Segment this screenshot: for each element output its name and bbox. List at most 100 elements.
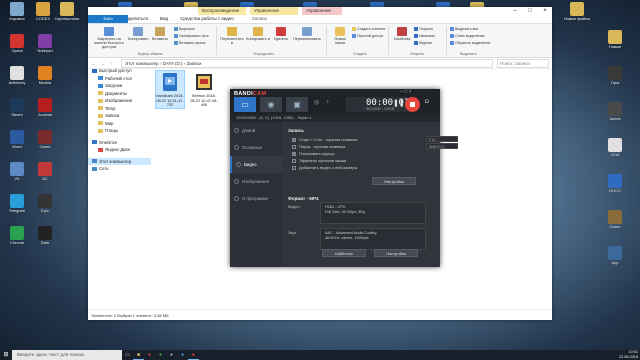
invert-selection-button[interactable]: Обратить выделение bbox=[450, 41, 491, 46]
bandicam-nav-item[interactable]: Домой bbox=[230, 122, 282, 139]
desktop-icon-left-9[interactable]: AC bbox=[30, 162, 60, 190]
history-button[interactable]: Журнал bbox=[414, 41, 432, 46]
device-mode-tab[interactable]: ▣ bbox=[286, 97, 308, 112]
start-button[interactable]: ⊞ bbox=[0, 350, 12, 360]
desktop-icon-left-4[interactable]: Steam bbox=[2, 98, 32, 126]
taskbar-search[interactable]: Введите здесь текст для поиска bbox=[12, 350, 122, 360]
select-all-button[interactable]: Выделить все bbox=[450, 27, 478, 32]
cut-button[interactable]: Вырезать bbox=[174, 27, 195, 32]
paste-shortcut-button[interactable]: Вставить ярлык bbox=[174, 41, 205, 46]
bandicam-nav-item[interactable]: Изображения bbox=[230, 173, 282, 190]
checkbox[interactable] bbox=[292, 151, 296, 156]
desktop-icon-left-13[interactable]: Dark bbox=[30, 226, 60, 254]
screen-mode-tab[interactable]: ▭ bbox=[234, 97, 256, 112]
nav-item[interactable]: Мир bbox=[88, 120, 151, 128]
desktop-icon-right-2[interactable]: Ashes bbox=[600, 102, 630, 130]
bandicam-taskbar-icon[interactable]: ● bbox=[188, 350, 199, 360]
hotkey-field[interactable]: F12 bbox=[426, 136, 458, 142]
tab-file[interactable]: Файл bbox=[88, 15, 128, 23]
open-button[interactable]: Открыть bbox=[414, 27, 433, 32]
desktop-icon-right-3[interactable]: 2018 bbox=[600, 138, 630, 166]
chrome-taskbar-icon[interactable]: ● bbox=[155, 350, 166, 360]
desktop-icon-right-0[interactable]: Новые bbox=[600, 30, 630, 58]
easy-access-button[interactable]: Простой доступ bbox=[352, 34, 383, 39]
desktop-icon-left-3[interactable]: Mozilla bbox=[30, 66, 60, 94]
desktop-icon-left-6[interactable]: Word bbox=[2, 130, 32, 158]
desktop-icon-top-10[interactable]: Новые файлы bbox=[562, 2, 592, 30]
file-item-bandicam[interactable]: bandicam 2018-08-22 10-51-41-722 bbox=[155, 70, 185, 109]
tab-video-tools[interactable]: Средства работы с видео bbox=[174, 15, 240, 23]
nav-item[interactable]: Записи bbox=[88, 112, 151, 120]
window-controls[interactable]: – □ × bbox=[400, 89, 412, 95]
task-view-icon[interactable]: ▭ bbox=[122, 350, 133, 360]
desktop-icon-left-10[interactable]: Telegram bbox=[2, 194, 32, 222]
record-settings-button[interactable]: Настройки bbox=[372, 177, 416, 185]
explorer-taskbar-icon[interactable]: ■ bbox=[133, 350, 144, 360]
webcam-icon[interactable]: ◎ bbox=[314, 99, 319, 106]
nav-item[interactable]: Яндекс.Диск bbox=[88, 146, 151, 154]
bandicam-nav-item[interactable]: О программе bbox=[230, 190, 282, 207]
tab-view[interactable]: Вид bbox=[154, 15, 174, 23]
select-none-button[interactable]: Снять выделение bbox=[450, 34, 485, 39]
desktop-icon-left-1[interactable]: Notepad bbox=[30, 34, 60, 62]
templates-button[interactable]: Шаблоны bbox=[322, 249, 366, 257]
pause-button[interactable]: ❚❚ bbox=[393, 99, 405, 107]
move-to-button[interactable]: Переместить в bbox=[220, 27, 244, 45]
paste-button[interactable]: Вставить bbox=[150, 27, 170, 41]
checkbox[interactable] bbox=[292, 137, 296, 142]
nav-item[interactable]: Сеть bbox=[88, 165, 151, 173]
desktop-icon-right-1[interactable]: Пуск bbox=[600, 66, 630, 94]
desktop-icon-left-2[interactable]: ArtMoney bbox=[2, 66, 32, 94]
nav-item[interactable]: Птицы bbox=[88, 127, 151, 135]
pin-button[interactable]: Закрепить на панели быстрого доступа bbox=[94, 27, 124, 49]
nav-item[interactable]: Этот компьютер bbox=[88, 157, 151, 165]
edit-button[interactable]: Изменить bbox=[414, 34, 435, 39]
new-folder-button[interactable]: Новая папка bbox=[330, 27, 350, 45]
rename-button[interactable]: Переименовать bbox=[292, 27, 322, 41]
desktop-icon-left-12[interactable]: Chrome bbox=[2, 226, 32, 254]
properties-button[interactable]: Свойства bbox=[392, 27, 412, 41]
context-tab-manage[interactable]: Управление bbox=[250, 7, 298, 15]
new-item-button[interactable]: Создать элемент bbox=[352, 27, 386, 32]
checkbox[interactable] bbox=[292, 165, 296, 170]
desktop-icon-top-2[interactable]: Скриншотики bbox=[52, 2, 82, 30]
file-item-beehon[interactable]: Beehon 2018-08-22 10-47-08-406 bbox=[190, 71, 218, 108]
hotkey-field[interactable]: Shift+F12 bbox=[426, 143, 458, 149]
telegram-taskbar-icon[interactable]: ● bbox=[177, 350, 188, 360]
checkbox[interactable] bbox=[292, 144, 296, 149]
nav-item[interactable]: Загрузки bbox=[88, 82, 151, 90]
desktop-icon-right-6[interactable]: App bbox=[600, 246, 630, 274]
game-mode-tab[interactable]: ◉ bbox=[260, 97, 282, 112]
minimize-button[interactable]: – bbox=[508, 7, 522, 15]
stop-record-button[interactable] bbox=[405, 97, 420, 112]
desktop-icon-right-5[interactable]: Game bbox=[600, 210, 630, 238]
desktop-icon-left-7[interactable]: Game bbox=[30, 130, 60, 158]
context-tab-playback[interactable]: Воспроизведение bbox=[198, 7, 246, 15]
close-button[interactable]: × bbox=[538, 7, 552, 15]
delete-button[interactable]: Удалить bbox=[272, 27, 290, 41]
camera-icon[interactable]: ◘ bbox=[425, 99, 429, 105]
nav-item[interactable]: Temp bbox=[88, 105, 151, 113]
checkbox[interactable] bbox=[292, 158, 296, 163]
capture-area-info[interactable]: 1920x1080 - (0, 0), (1919, 1080) - Экран… bbox=[230, 114, 440, 122]
nav-item[interactable]: Изображения bbox=[88, 97, 151, 105]
nav-item[interactable]: Рабочий стол bbox=[88, 75, 151, 83]
desktop-icon-left-11[interactable]: Epic bbox=[30, 194, 60, 222]
bandicam-nav-item[interactable]: Основные bbox=[230, 139, 282, 156]
desktop-icon-left-5[interactable]: Acrobat bbox=[30, 98, 60, 126]
nav-item[interactable]: Быстрый доступ bbox=[88, 67, 151, 75]
system-clock[interactable]: 10:51 22.08.2018 bbox=[619, 350, 638, 360]
copy-to-button[interactable]: Копировать в bbox=[246, 27, 270, 41]
context-tab-manage-2[interactable]: Управление bbox=[302, 7, 342, 15]
copy-path-button[interactable]: Скопировать путь bbox=[174, 34, 209, 39]
desktop-icon-left-0[interactable]: Opera bbox=[2, 34, 32, 62]
nav-item[interactable]: OneDrive bbox=[88, 139, 151, 147]
maximize-button[interactable]: □ bbox=[523, 7, 537, 15]
steam-taskbar-icon[interactable]: ● bbox=[166, 350, 177, 360]
desktop-icon-right-4[interactable]: DOCX bbox=[600, 174, 630, 202]
desktop-icon-left-8[interactable]: VK bbox=[2, 162, 32, 190]
format-settings-button[interactable]: Настройки bbox=[374, 249, 418, 257]
copy-button[interactable]: Копировать bbox=[128, 27, 148, 41]
microphone-icon[interactable]: ♪ bbox=[326, 99, 329, 105]
nav-arrows[interactable]: ← → ↑ bbox=[88, 61, 121, 66]
